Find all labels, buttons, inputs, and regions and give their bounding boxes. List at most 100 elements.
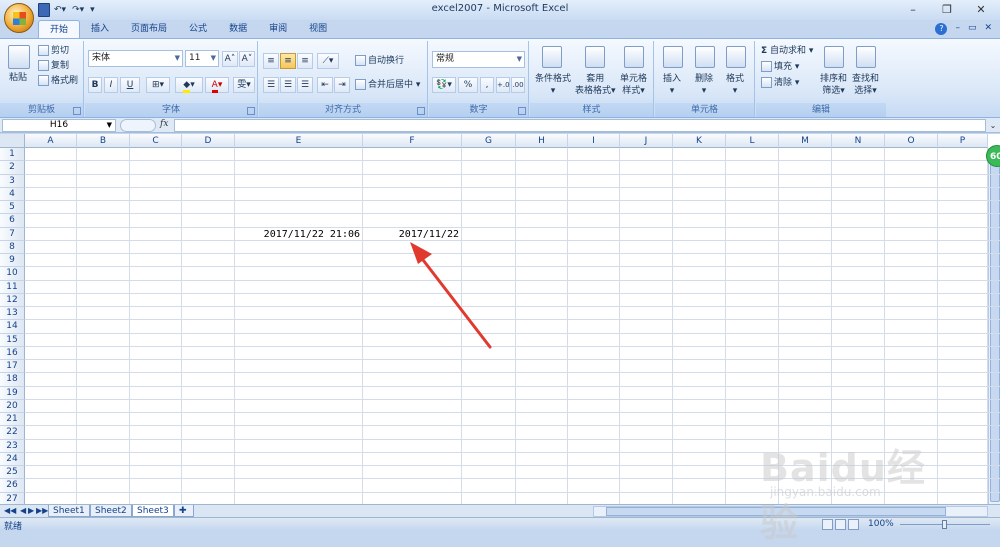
row-header-9[interactable]: 9	[0, 254, 25, 268]
column-header-k[interactable]: K	[673, 134, 726, 148]
minimize-button[interactable]: –	[900, 1, 926, 18]
column-header-l[interactable]: L	[726, 134, 779, 148]
row-header-27[interactable]: 27	[0, 492, 25, 504]
align-right-icon[interactable]: ☰	[297, 77, 313, 93]
column-header-f[interactable]: F	[363, 134, 462, 148]
row-header-5[interactable]: 5	[0, 201, 25, 215]
align-bottom-icon[interactable]: ≡	[297, 53, 313, 69]
last-sheet-icon[interactable]: ▶▶	[36, 506, 48, 515]
column-header-i[interactable]: I	[568, 134, 620, 148]
ribbon-close-button[interactable]: ✕	[984, 23, 992, 35]
insert-cells-button[interactable]: 插入 ▾	[663, 73, 681, 97]
format-painter-button[interactable]: 格式刷	[38, 75, 78, 87]
delete-cells-icon[interactable]	[695, 46, 715, 68]
row-header-15[interactable]: 15	[0, 333, 25, 347]
font-size-select[interactable]: 11 ▼	[185, 50, 219, 67]
align-top-icon[interactable]: ≡	[263, 53, 279, 69]
paste-button[interactable]: 粘贴	[9, 72, 27, 84]
copy-button[interactable]: 复制	[38, 60, 69, 72]
conditional-format-button[interactable]: 条件格式 ▾	[535, 73, 571, 97]
borders-icon[interactable]: ⊞▾	[146, 77, 170, 93]
ribbon-restore-button[interactable]: ▭	[968, 23, 977, 35]
row-header-21[interactable]: 21	[0, 413, 25, 427]
align-left-icon[interactable]: ☰	[263, 77, 279, 93]
alignment-launcher-icon[interactable]	[417, 107, 425, 115]
fill-color-icon[interactable]: ◆▾	[175, 77, 203, 93]
row-header-1[interactable]: 1	[0, 148, 25, 162]
fill-button[interactable]: 填充 ▾	[761, 61, 799, 73]
insert-function-button[interactable]: fx	[160, 119, 168, 129]
row-header-7[interactable]: 7	[0, 227, 25, 241]
column-header-h[interactable]: H	[516, 134, 568, 148]
row-header-3[interactable]: 3	[0, 174, 25, 188]
decrease-decimal-icon[interactable]: .00	[511, 77, 525, 93]
number-format-select[interactable]: 常规 ▼	[432, 51, 525, 68]
decrease-indent-icon[interactable]: ⇤	[317, 77, 333, 93]
row-header-13[interactable]: 13	[0, 307, 25, 321]
row-header-10[interactable]: 10	[0, 267, 25, 281]
tab-formulas[interactable]: 公式	[178, 20, 218, 38]
merge-center-button[interactable]: 合并后居中 ▾	[355, 79, 420, 91]
italic-button[interactable]: I	[104, 77, 118, 93]
find-select-button[interactable]: 查找和 选择▾	[852, 73, 879, 97]
prev-sheet-icon[interactable]: ◀	[20, 506, 26, 515]
column-header-g[interactable]: G	[462, 134, 516, 148]
expand-formula-bar-icon[interactable]: ⌄	[988, 119, 998, 132]
format-cells-button[interactable]: 格式 ▾	[726, 73, 744, 97]
insert-sheet-icon[interactable]: ✚	[174, 505, 194, 517]
column-header-n[interactable]: N	[832, 134, 885, 148]
format-cells-icon[interactable]	[726, 46, 746, 68]
font-name-select[interactable]: 宋体 ▼	[88, 50, 183, 67]
binoculars-icon[interactable]	[856, 46, 876, 68]
sort-filter-icon[interactable]	[824, 46, 844, 68]
row-header-11[interactable]: 11	[0, 280, 25, 294]
phonetic-icon[interactable]: 雯▾	[233, 77, 255, 93]
sort-filter-button[interactable]: 排序和 筛选▾	[820, 73, 847, 97]
column-header-e[interactable]: E	[235, 134, 363, 148]
align-center-icon[interactable]: ☰	[280, 77, 296, 93]
column-header-a[interactable]: A	[25, 134, 77, 148]
bold-button[interactable]: B	[88, 77, 102, 93]
tab-data[interactable]: 数据	[218, 20, 258, 38]
cut-button[interactable]: 剪切	[38, 45, 69, 57]
column-header-m[interactable]: M	[779, 134, 832, 148]
orientation-icon[interactable]: ⟋▾	[317, 53, 339, 69]
row-header-2[interactable]: 2	[0, 161, 25, 175]
table-format-button[interactable]: 套用 表格格式▾	[575, 73, 616, 97]
underline-button[interactable]: U	[120, 77, 140, 93]
increase-decimal-icon[interactable]: +.0	[496, 77, 510, 93]
column-header-c[interactable]: C	[130, 134, 182, 148]
row-header-18[interactable]: 18	[0, 373, 25, 387]
cell-styles-icon[interactable]	[624, 46, 644, 68]
comma-button[interactable]: ,	[480, 77, 494, 93]
grow-font-button[interactable]: A˄	[222, 51, 238, 67]
restore-button[interactable]: ❐	[934, 1, 960, 18]
help-icon[interactable]: ?	[935, 23, 948, 35]
row-header-19[interactable]: 19	[0, 386, 25, 400]
row-header-14[interactable]: 14	[0, 320, 25, 334]
conditional-format-icon[interactable]	[542, 46, 562, 68]
column-header-p[interactable]: P	[938, 134, 988, 148]
align-middle-icon[interactable]: ≡	[280, 53, 296, 69]
delete-cells-button[interactable]: 删除 ▾	[695, 73, 713, 97]
tab-page-layout[interactable]: 页面布局	[120, 20, 178, 38]
font-launcher-icon[interactable]	[247, 107, 255, 115]
sheet-tab-2[interactable]: Sheet2	[90, 505, 132, 517]
close-button[interactable]: ✕	[968, 1, 994, 18]
cell-e7[interactable]: 2017/11/22 21:06	[264, 228, 360, 241]
select-all-button[interactable]	[0, 134, 25, 148]
column-header-b[interactable]: B	[77, 134, 130, 148]
row-header-24[interactable]: 24	[0, 452, 25, 466]
number-launcher-icon[interactable]	[518, 107, 526, 115]
clipboard-launcher-icon[interactable]	[73, 107, 81, 115]
row-header-4[interactable]: 4	[0, 187, 25, 201]
first-sheet-icon[interactable]: ◀◀	[4, 506, 16, 515]
office-button[interactable]	[4, 3, 34, 33]
table-format-icon[interactable]	[585, 46, 605, 68]
vertical-scrollbar[interactable]	[988, 148, 1000, 504]
cell-f7[interactable]: 2017/11/22	[399, 228, 459, 241]
row-header-25[interactable]: 25	[0, 466, 25, 480]
row-header-16[interactable]: 16	[0, 346, 25, 360]
row-header-22[interactable]: 22	[0, 426, 25, 440]
column-header-d[interactable]: D	[182, 134, 235, 148]
